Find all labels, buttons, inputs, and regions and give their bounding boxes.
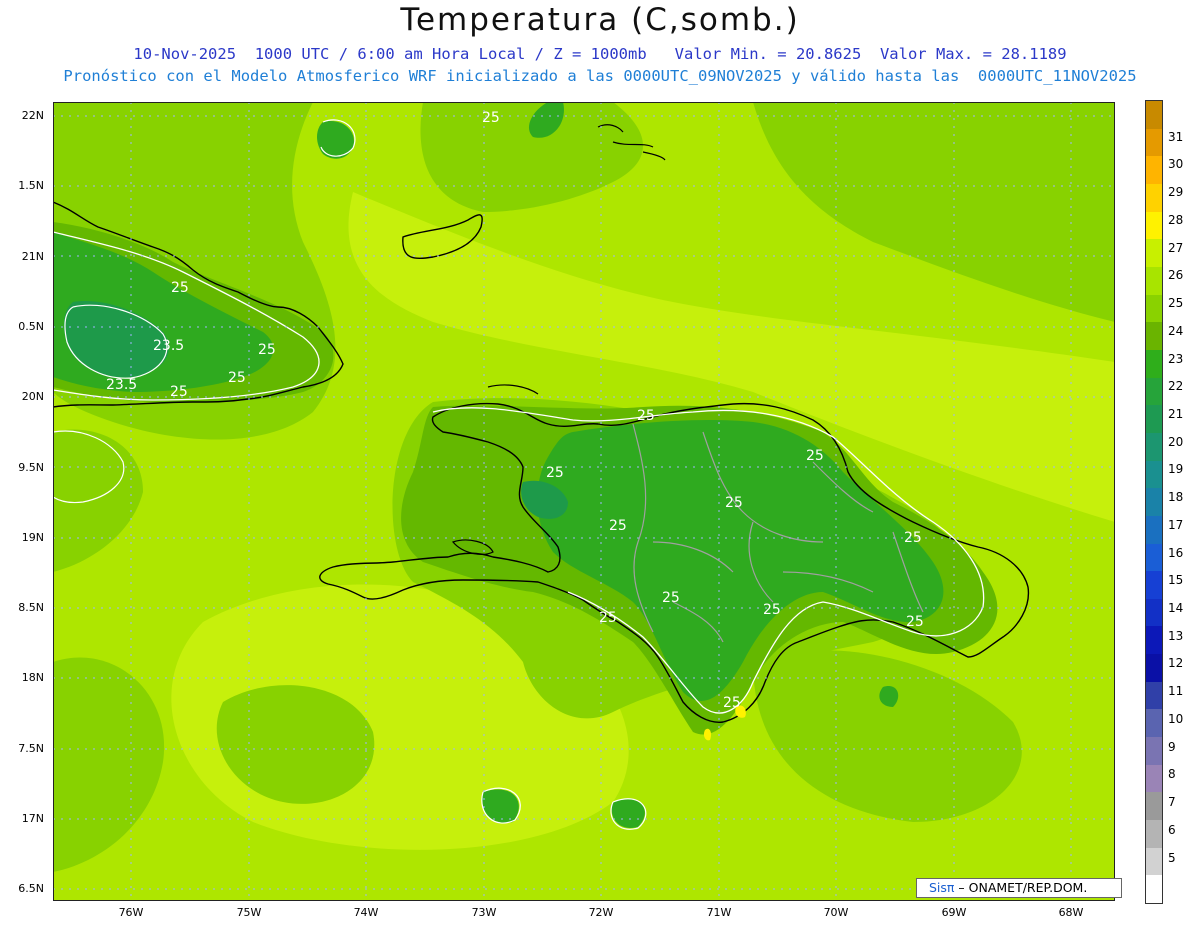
colorbar-swatch — [1146, 875, 1162, 904]
lat-label: 20N — [21, 390, 44, 403]
colorbar-swatch — [1146, 820, 1162, 848]
colorbar-swatch — [1146, 211, 1162, 240]
map-frame — [53, 102, 1115, 901]
colorbar-label: 31 — [1168, 129, 1184, 144]
temperature-colorbar — [1145, 100, 1163, 904]
colorbar-swatch — [1146, 847, 1162, 876]
logo-text: – ONAMET/REP.DOM. — [954, 880, 1088, 895]
colorbar-swatch — [1146, 432, 1162, 461]
lon-label: 72W — [588, 906, 614, 919]
colorbar-swatch — [1146, 515, 1162, 544]
lat-label: 9.5N — [18, 461, 44, 474]
onamet-logo: Sisπ – ONAMET/REP.DOM. — [916, 878, 1122, 898]
colorbar-label: 26 — [1168, 268, 1184, 283]
colorbar-swatch — [1146, 294, 1162, 323]
colorbar-swatch — [1146, 101, 1162, 129]
colorbar-swatch — [1146, 543, 1162, 572]
lat-label: 19N — [21, 531, 44, 544]
lon-label: 74W — [353, 906, 379, 919]
colorbar-label: 9 — [1168, 739, 1176, 754]
lat-label: 18N — [21, 671, 44, 684]
colorbar-label: 23 — [1168, 351, 1184, 366]
map-title: Temperatura (C,somb.) — [400, 2, 800, 38]
colorbar-label: 8 — [1168, 767, 1176, 782]
colorbar-label: 19 — [1168, 462, 1184, 477]
lon-label: 71W — [706, 906, 732, 919]
lat-label: 17N — [21, 812, 44, 825]
colorbar-label: 18 — [1168, 490, 1184, 505]
colorbar-label: 10 — [1168, 711, 1184, 726]
colorbar-label: 6 — [1168, 822, 1176, 837]
colorbar-swatch — [1146, 156, 1162, 184]
lat-label: 6.5N — [18, 882, 44, 895]
colorbar-swatch — [1146, 405, 1162, 433]
lon-label: 70W — [823, 906, 849, 919]
lon-label: 75W — [236, 906, 262, 919]
lat-label: 8.5N — [18, 601, 44, 614]
colorbar-swatch — [1146, 626, 1162, 655]
colorbar-label: 24 — [1168, 323, 1184, 338]
lat-label: 0.5N — [18, 320, 44, 333]
colorbar-swatch — [1146, 377, 1162, 406]
colorbar-swatch — [1146, 792, 1162, 821]
colorbar-label: 7 — [1168, 795, 1176, 810]
lat-label: 1.5N — [18, 179, 44, 192]
colorbar-swatch — [1146, 183, 1162, 212]
lat-label: 22N — [21, 109, 44, 122]
colorbar-label: 12 — [1168, 656, 1184, 671]
colorbar-label: 13 — [1168, 628, 1184, 643]
colorbar-label: 14 — [1168, 601, 1184, 616]
colorbar-label: 17 — [1168, 517, 1184, 532]
colorbar-swatch — [1146, 764, 1162, 793]
colorbar-label: 30 — [1168, 157, 1184, 172]
colorbar-swatch — [1146, 128, 1162, 157]
colorbar-label: 16 — [1168, 545, 1184, 560]
lon-label: 73W — [471, 906, 497, 919]
lon-label: 76W — [118, 906, 144, 919]
colorbar-label: 27 — [1168, 240, 1184, 255]
colorbar-label: 11 — [1168, 684, 1184, 699]
colorbar-swatch — [1146, 239, 1162, 267]
colorbar-swatch — [1146, 709, 1162, 738]
colorbar-swatch — [1146, 737, 1162, 765]
colorbar-swatch — [1146, 322, 1162, 350]
colorbar-label: 29 — [1168, 185, 1184, 200]
lat-label: 7.5N — [18, 742, 44, 755]
colorbar-swatch — [1146, 571, 1162, 599]
colorbar-label: 25 — [1168, 296, 1184, 311]
colorbar-label: 5 — [1168, 850, 1176, 865]
colorbar-swatch — [1146, 488, 1162, 516]
colorbar-label: 20 — [1168, 434, 1184, 449]
colorbar-swatch — [1146, 654, 1162, 682]
lon-label: 68W — [1058, 906, 1084, 919]
lat-label: 21N — [21, 250, 44, 263]
lon-label: 69W — [941, 906, 967, 919]
model-run-info-line: Pronóstico con el Modelo Atmosferico WRF… — [63, 67, 1137, 85]
forecast-valid-time-line: 10-Nov-2025 1000 UTC / 6:00 am Hora Loca… — [133, 45, 1067, 63]
colorbar-label: 22 — [1168, 379, 1184, 394]
colorbar-swatch — [1146, 681, 1162, 710]
colorbar-swatch — [1146, 460, 1162, 489]
colorbar-swatch — [1146, 598, 1162, 627]
colorbar-swatch — [1146, 266, 1162, 295]
colorbar-swatch — [1146, 349, 1162, 378]
colorbar-label: 28 — [1168, 212, 1184, 227]
sispi-brand: Sisπ — [929, 880, 955, 895]
colorbar-label: 15 — [1168, 573, 1184, 588]
colorbar-label: 21 — [1168, 406, 1184, 421]
